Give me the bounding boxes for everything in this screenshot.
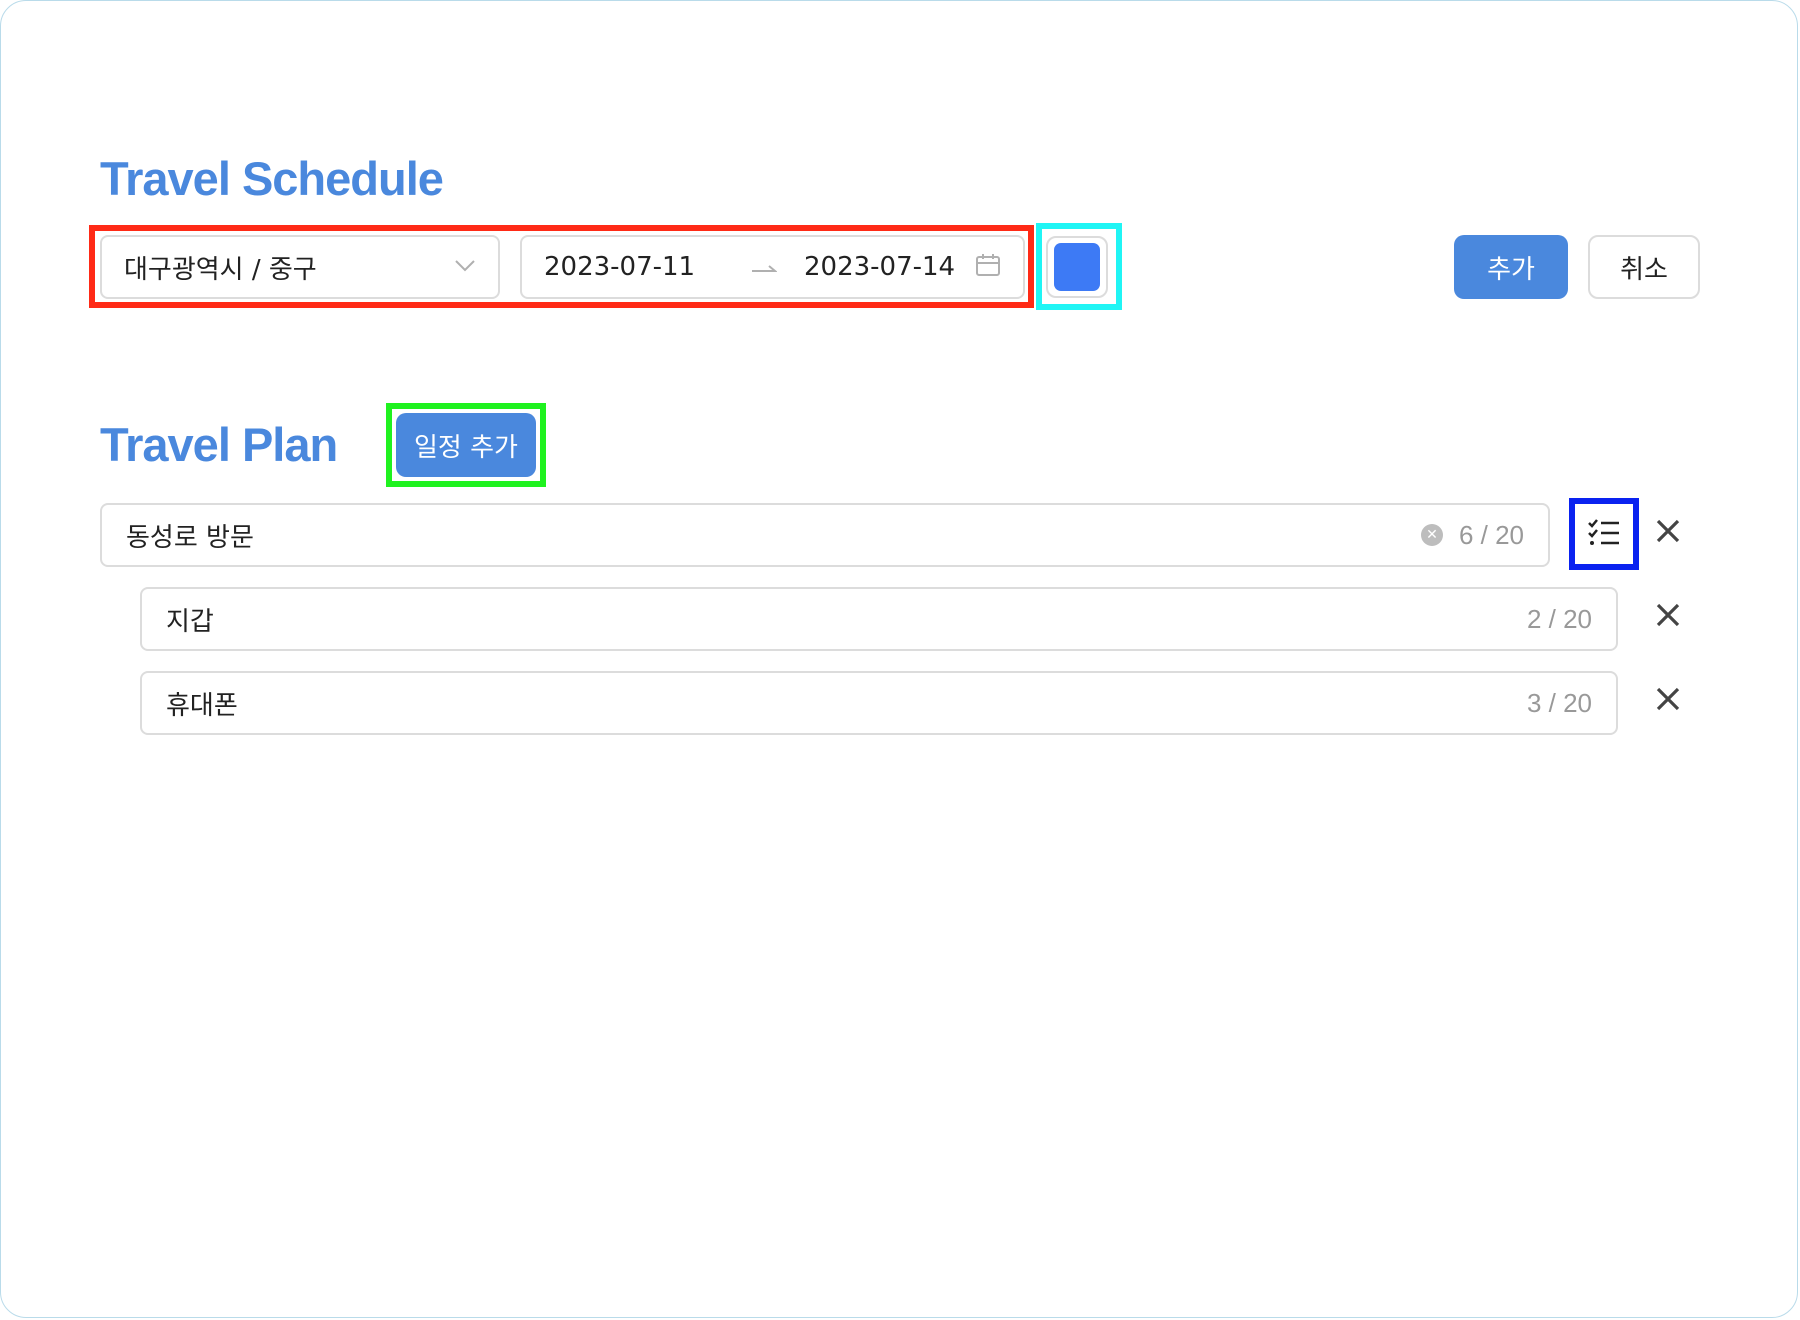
chevron-down-icon — [454, 258, 476, 277]
checklist-item-input[interactable]: 휴대폰 3 / 20 — [140, 671, 1618, 735]
delete-item-button[interactable] — [1648, 681, 1688, 721]
delete-plan-button[interactable] — [1648, 513, 1688, 553]
char-count: 3 / 20 — [1526, 687, 1592, 718]
color-picker[interactable] — [1046, 236, 1108, 298]
close-icon — [1655, 686, 1681, 716]
checklist-button[interactable] — [1579, 508, 1629, 560]
add-plan-button[interactable]: 일정 추가 — [396, 413, 536, 477]
date-start[interactable]: 2023-07-11 — [544, 252, 744, 282]
clear-icon[interactable]: ✕ — [1420, 524, 1443, 546]
plan-input-value: 동성로 방문 — [126, 522, 254, 553]
checklist-item-value: 지갑 — [166, 606, 214, 637]
plan-title: Travel Plan — [100, 418, 338, 471]
close-icon — [1655, 602, 1681, 632]
arrow-right-icon — [744, 253, 784, 281]
checklist-icon — [1587, 517, 1621, 551]
color-swatch — [1054, 243, 1100, 291]
cancel-button[interactable]: 취소 — [1588, 235, 1700, 299]
region-select[interactable]: 대구광역시 / 중구 — [100, 235, 500, 299]
date-range-picker[interactable]: 2023-07-11 2023-07-14 — [520, 235, 1025, 299]
schedule-title: Travel Schedule — [100, 152, 444, 205]
char-count: 6 / 20 — [1458, 519, 1524, 550]
plan-input[interactable]: 동성로 방문 ✕ 6 / 20 — [100, 503, 1550, 567]
close-icon — [1655, 518, 1681, 548]
calendar-icon — [975, 252, 1001, 282]
add-button[interactable]: 추가 — [1454, 235, 1568, 299]
checklist-item-value: 휴대폰 — [166, 690, 238, 721]
delete-item-button[interactable] — [1648, 597, 1688, 637]
checklist-item-input[interactable]: 지갑 2 / 20 — [140, 587, 1618, 651]
region-value: 대구광역시 / 중구 — [124, 254, 317, 285]
char-count: 2 / 20 — [1526, 603, 1592, 634]
date-end[interactable]: 2023-07-14 — [804, 252, 975, 282]
